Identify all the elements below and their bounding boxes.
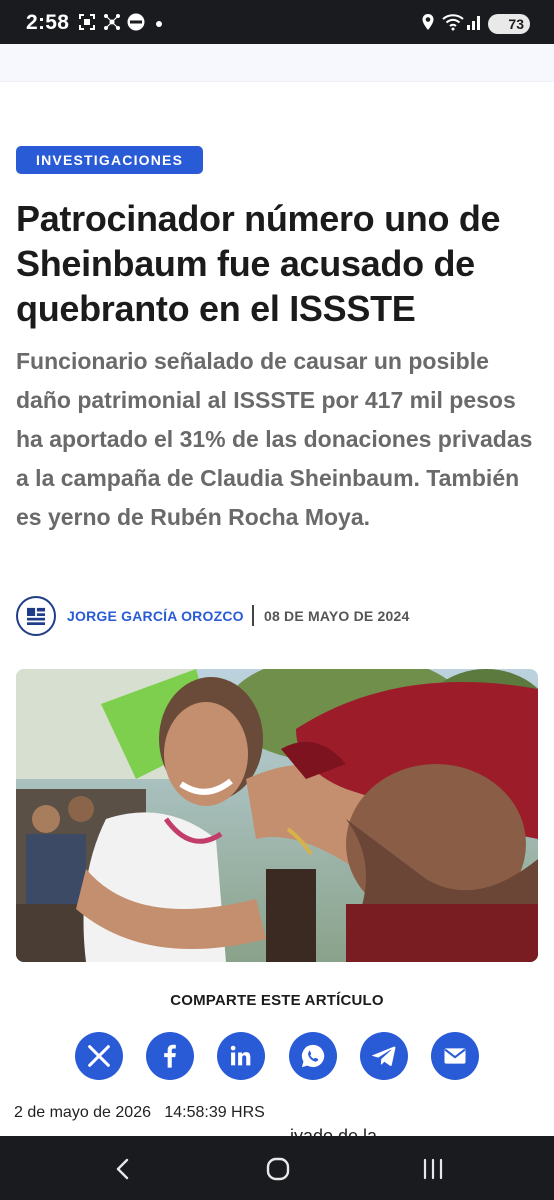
author-name[interactable]: JORGE GARCÍA OROZCO (67, 608, 244, 624)
share-email-button[interactable] (431, 1032, 479, 1080)
back-icon[interactable] (108, 1154, 138, 1184)
byline: JORGE GARCÍA OROZCO 08 DE MAYO DE 2024 (16, 596, 538, 636)
whatsapp-icon (301, 1044, 325, 1068)
location-icon (422, 14, 434, 30)
article-body-partial: iyado de la (290, 1126, 378, 1136)
email-icon (444, 1048, 466, 1064)
category-badge[interactable]: INVESTIGACIONES (16, 146, 204, 174)
recent-apps-icon[interactable] (418, 1154, 448, 1184)
browser-top-strip (0, 44, 554, 82)
network-icon (104, 14, 120, 30)
linkedin-icon (230, 1045, 251, 1066)
notification-dot (156, 21, 162, 27)
share-title: COMPARTE ESTE ARTÍCULO (170, 992, 384, 1009)
battery-indicator: 73 (488, 14, 530, 34)
home-icon[interactable] (263, 1154, 293, 1184)
author-avatar[interactable] (16, 596, 56, 636)
article-photo[interactable] (16, 669, 538, 962)
facebook-icon (164, 1044, 176, 1068)
share-buttons (0, 1032, 554, 1080)
screenshot-icon (79, 14, 95, 30)
telegram-icon (372, 1046, 396, 1066)
x-icon (88, 1045, 110, 1067)
article-headline: Patrocinador número uno de Sheinbaum fue… (16, 198, 501, 329)
share-whatsapp-button[interactable] (289, 1032, 337, 1080)
weather-app-icon (127, 13, 145, 31)
share-telegram-button[interactable] (360, 1032, 408, 1080)
status-time: 2:58 (26, 11, 70, 34)
byline-divider (252, 605, 254, 626)
wifi-icon (442, 14, 464, 31)
publish-date: 08 DE MAYO DE 2024 (264, 608, 410, 624)
status-bar: 2:58 73 (0, 0, 554, 44)
system-nav-bar (0, 1136, 554, 1200)
article-subheadline: Funcionario señalado de causar un posibl… (16, 348, 533, 530)
share-x-button[interactable] (75, 1032, 123, 1080)
signal-icon (467, 16, 480, 30)
share-linkedin-button[interactable] (217, 1032, 265, 1080)
share-facebook-button[interactable] (146, 1032, 194, 1080)
screenshot-timestamp: 2 de mayo de 2026 14:58:39 HRS (14, 1104, 265, 1121)
